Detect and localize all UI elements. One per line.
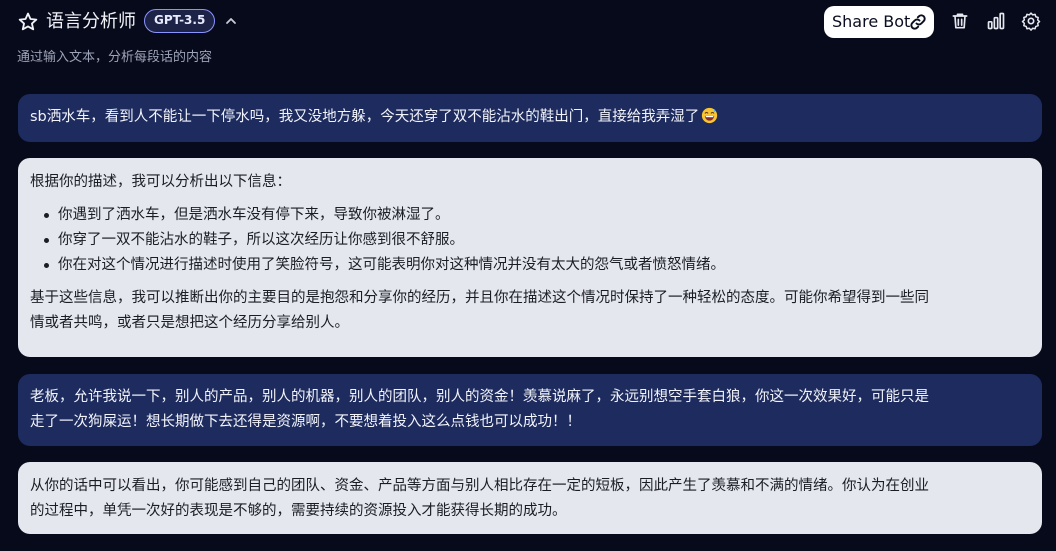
- user-message: 老板，允许我说一下，别人的产品，别人的机器，别人的团队，别人的资金！羡慕说麻了，…: [18, 374, 1042, 446]
- bot-name: 语言分析师: [46, 11, 136, 32]
- chevron-up-icon[interactable]: [222, 10, 240, 32]
- bot-message: 从你的话中可以看出，你可能感到自己的团队、资金、产品等方面与别人相比存在一定的短…: [18, 462, 1042, 534]
- bot-description: 通过输入文本，分析每段话的内容: [17, 50, 213, 65]
- message-line: 基于这些信息，我可以推断出你的主要目的是抱怨和分享你的经历，并且你在描述这个情况…: [30, 290, 929, 306]
- list-item: 你穿了一双不能沾水的鞋子，所以这次经历让你感到很不舒服。: [30, 228, 1030, 253]
- list-item: 你在对这个情况进行描述时使用了笑脸符号，这可能表明你对这种情况并没有太大的怨气或…: [30, 253, 1030, 278]
- bot-message: 根据你的描述，我可以分析出以下信息： 你遇到了洒水车，但是洒水车没有停下来，导致…: [18, 158, 1042, 357]
- message-text: sb洒水车，看到人不能让一下停水吗，我又没地方躲，今天还穿了双不能沾水的鞋出门，…: [30, 109, 700, 125]
- message-bullet-list: 你遇到了洒水车，但是洒水车没有停下来，导致你被淋湿了。 你穿了一双不能沾水的鞋子…: [30, 203, 1030, 278]
- share-bot-label: Share Bot: [832, 12, 911, 31]
- bar-chart-icon[interactable]: [986, 11, 1006, 31]
- model-badge: GPT-3.5: [144, 9, 216, 33]
- gear-icon[interactable]: [1021, 11, 1041, 31]
- chat-header: 语言分析师 GPT-3.5 Share Bot 通过输入文本，分析每段话的内容: [0, 0, 1056, 72]
- message-conclusion: 基于这些信息，我可以推断出你的主要目的是抱怨和分享你的经历，并且你在描述这个情况…: [30, 286, 1030, 336]
- message-line: 老板，允许我说一下，别人的产品，别人的机器，别人的团队，别人的资金！羡慕说麻了，…: [30, 389, 929, 405]
- message-intro: 根据你的描述，我可以分析出以下信息：: [30, 174, 291, 190]
- grinning-sweat-emoji: [702, 107, 718, 124]
- link-icon: [910, 14, 926, 30]
- message-line: 的过程中，单凭一次好的表现是不够的，需要持续的资源投入才能获得长期的成功。: [30, 503, 567, 519]
- star-icon[interactable]: [17, 11, 39, 33]
- message-line: 从你的话中可以看出，你可能感到自己的团队、资金、产品等方面与别人相比存在一定的短…: [30, 478, 929, 494]
- list-item: 你遇到了洒水车，但是洒水车没有停下来，导致你被淋湿了。: [30, 203, 1030, 228]
- message-line: 情或者共鸣，或者只是想把这个经历分享给别人。: [30, 315, 349, 331]
- user-message: sb洒水车，看到人不能让一下停水吗，我又没地方躲，今天还穿了双不能沾水的鞋出门，…: [18, 94, 1042, 142]
- message-line: 走了一次狗屎运！想长期做下去还得是资源啊，不要想着投入这么点钱也可以成功！！: [30, 414, 581, 430]
- share-bot-button[interactable]: Share Bot: [824, 6, 934, 38]
- trash-icon[interactable]: [950, 11, 970, 31]
